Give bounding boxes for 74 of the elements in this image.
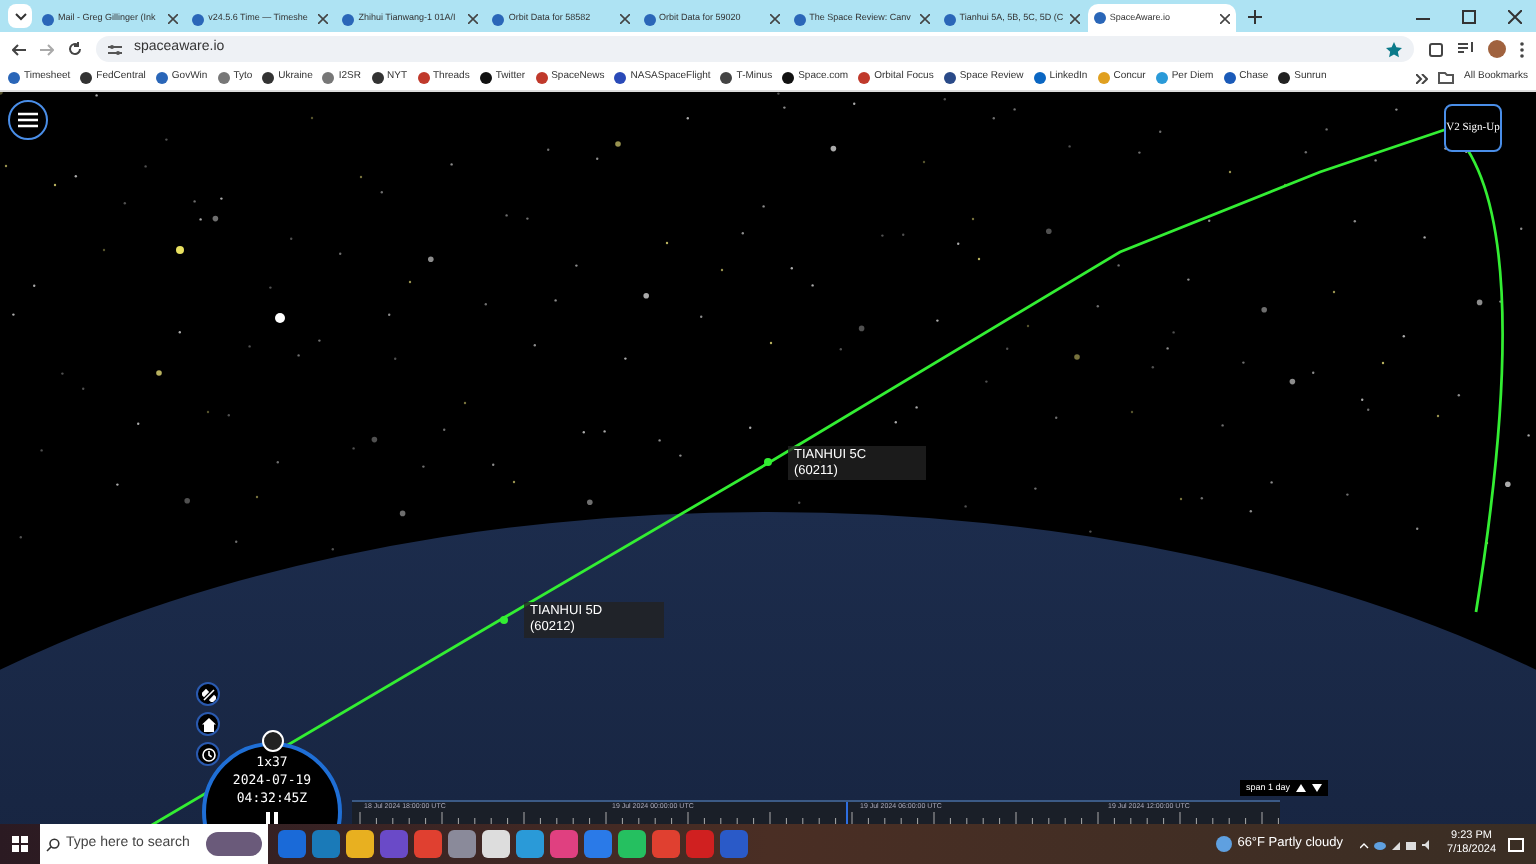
folder-icon — [1438, 72, 1455, 84]
zoom-in-icon[interactable] — [1296, 784, 1307, 792]
menu-icon — [18, 112, 38, 128]
notifications-icon[interactable] — [1508, 837, 1524, 851]
bookmark-icon — [1278, 72, 1291, 84]
bookmark-icon — [1223, 72, 1236, 84]
app-icon[interactable] — [584, 830, 612, 858]
home-icon — [201, 717, 215, 731]
bookmark-icon — [262, 72, 275, 84]
media-icon[interactable] — [1458, 42, 1474, 56]
caret-icon — [13, 11, 27, 21]
avatar-icon[interactable] — [1488, 40, 1506, 58]
new-tab-icon[interactable] — [1248, 10, 1262, 24]
app-icon[interactable] — [550, 830, 578, 858]
favicon-icon — [793, 13, 806, 25]
close-icon[interactable] — [1508, 10, 1522, 24]
app-icon[interactable] — [312, 830, 340, 858]
close-tab-icon[interactable] — [769, 14, 780, 24]
search-highlight-picture — [206, 832, 262, 856]
zoom-out-icon[interactable] — [1312, 784, 1323, 792]
folder-app-icon[interactable] — [346, 830, 374, 858]
favicon-icon — [42, 13, 54, 25]
bookmark-star-icon[interactable] — [1386, 41, 1402, 57]
close-tab-icon[interactable] — [468, 14, 479, 24]
close-tab-icon[interactable] — [168, 14, 179, 24]
bookmark-icon — [943, 72, 956, 84]
favicon-icon — [192, 13, 205, 25]
system-tray-icons-drawing[interactable] — [1359, 837, 1432, 851]
back-arrow-icon[interactable] — [12, 43, 26, 55]
bookmark-icon — [8, 72, 20, 84]
bookmark-icon — [1097, 72, 1110, 84]
bookmark-icon — [80, 72, 93, 84]
bookmark-icon — [322, 72, 335, 84]
close-tab-icon[interactable] — [318, 14, 329, 24]
current-time-marker[interactable] — [846, 802, 848, 824]
bookmark-icon — [782, 72, 795, 84]
bookmark-icon — [479, 72, 492, 84]
close-tab-icon[interactable] — [1069, 14, 1080, 24]
favicon-icon — [1093, 12, 1106, 24]
app-icon[interactable] — [516, 830, 544, 858]
maximize-icon[interactable] — [1462, 10, 1476, 24]
bookmark-icon — [1033, 72, 1046, 84]
reload-icon[interactable] — [68, 42, 82, 56]
bookmark-icon — [371, 72, 383, 84]
menu-button[interactable] — [8, 100, 48, 140]
bookmark-icon — [858, 72, 871, 84]
bookmark-icon — [155, 72, 168, 84]
tab-search-button[interactable] — [8, 4, 32, 28]
bookmark-icon — [417, 72, 429, 84]
bookmark-icon — [720, 72, 733, 84]
browser-app-icon[interactable] — [414, 830, 442, 858]
favicon-icon — [492, 13, 505, 25]
bookmark-icon — [535, 72, 548, 84]
weather-icon — [1215, 836, 1232, 852]
close-tab-icon[interactable] — [619, 14, 629, 24]
bookmark-icon — [217, 72, 230, 84]
chevron-icon[interactable] — [1416, 73, 1429, 83]
clock-icon — [201, 747, 215, 761]
calculator-app-icon[interactable] — [482, 830, 510, 858]
app-icon[interactable] — [448, 830, 476, 858]
site-settings-icon[interactable] — [108, 43, 122, 55]
favicon-icon — [342, 13, 355, 25]
search-icon — [46, 837, 60, 851]
close-tab-icon[interactable] — [1220, 13, 1230, 23]
windows-logo-icon — [12, 836, 28, 852]
browser-app-icon[interactable] — [652, 830, 680, 858]
bookmark-icon — [614, 72, 627, 84]
close-tab-icon[interactable] — [919, 14, 930, 24]
extensions-icon[interactable] — [1428, 41, 1444, 57]
chat-app-icon[interactable] — [618, 830, 646, 858]
favicon-icon — [643, 13, 655, 25]
bookmark-icon — [1155, 72, 1168, 84]
favicon-icon — [943, 13, 956, 25]
satellite-icon — [201, 687, 215, 701]
